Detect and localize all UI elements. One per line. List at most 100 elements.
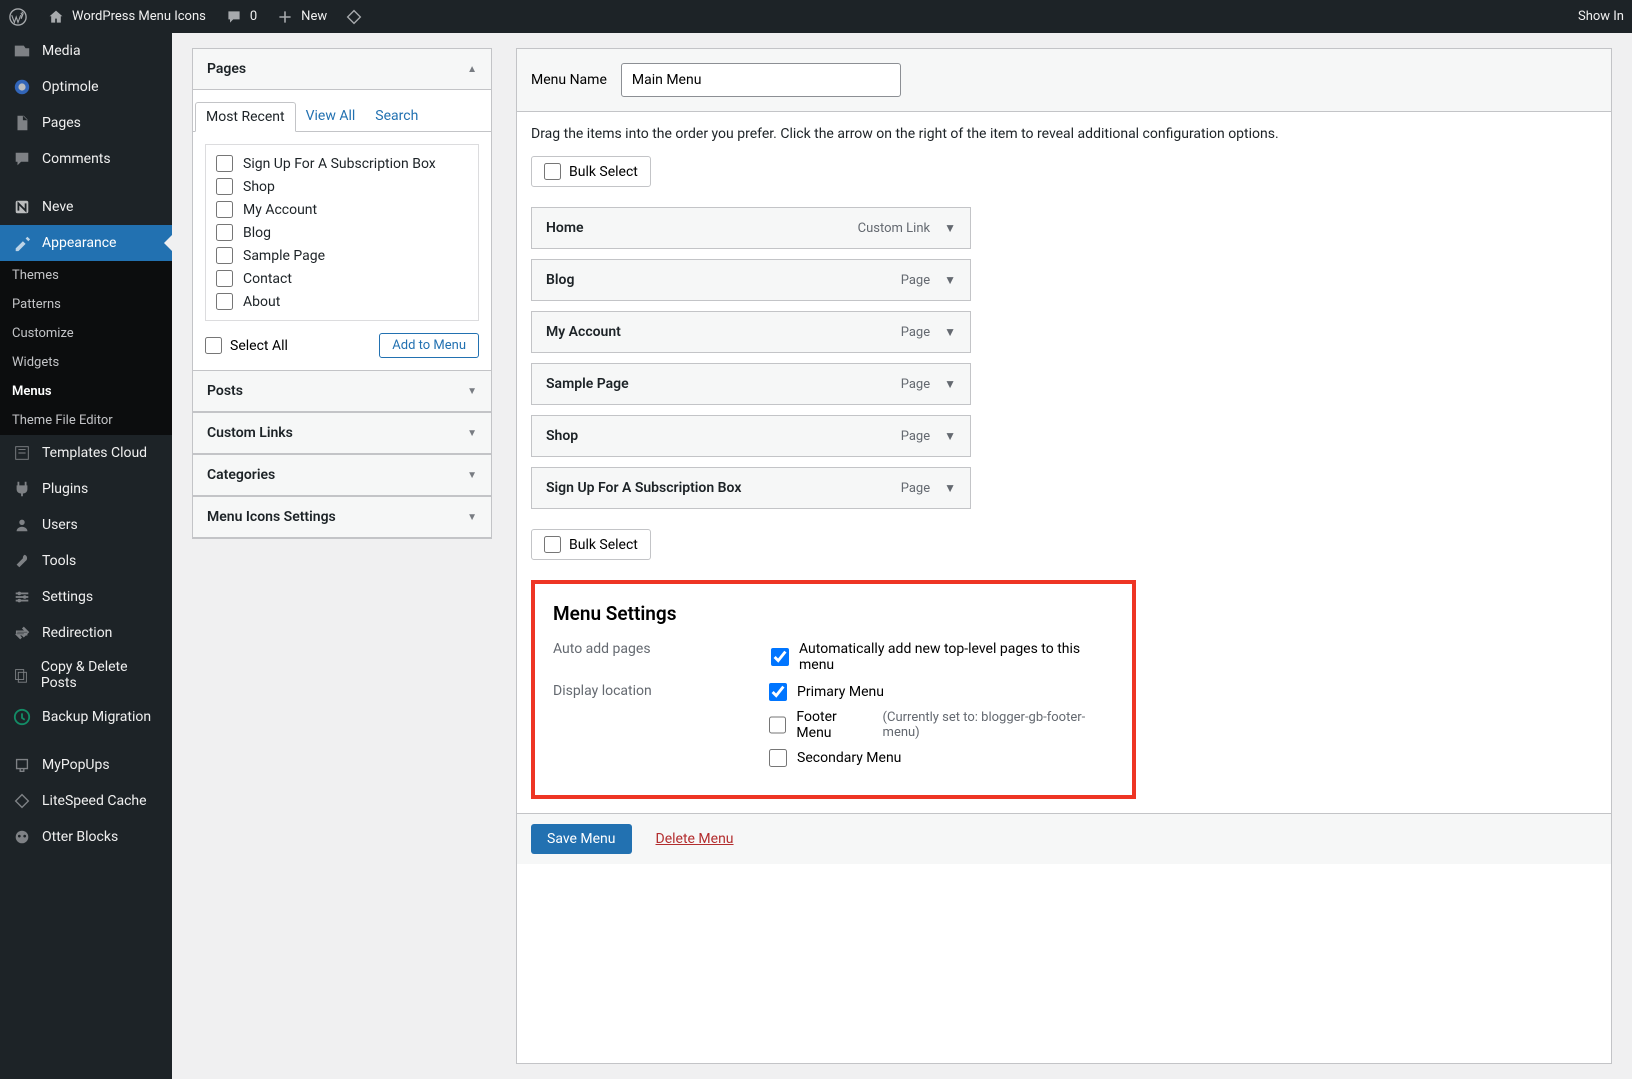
tab-view-all[interactable]: View All <box>296 102 366 131</box>
posts-metabox-header[interactable]: Posts ▼ <box>193 371 491 412</box>
menu-item-row[interactable]: My Account Page▼ <box>531 311 971 353</box>
sidebar-item-plugins[interactable]: Plugins <box>0 471 172 507</box>
custom-links-metabox-header[interactable]: Custom Links ▼ <box>193 413 491 454</box>
auto-add-checkbox[interactable]: Automatically add new top-level pages to… <box>771 641 1114 673</box>
checkbox[interactable] <box>205 337 222 354</box>
chevron-down-icon[interactable]: ▼ <box>944 221 956 235</box>
display-location-label: Display location <box>553 683 669 767</box>
site-link[interactable]: WordPress Menu Icons <box>46 7 206 27</box>
page-checkbox-item[interactable]: About <box>216 293 468 310</box>
select-all-checkbox[interactable]: Select All <box>205 337 288 354</box>
delete-menu-link[interactable]: Delete Menu <box>656 831 734 847</box>
sidebar-item-litespeed[interactable]: LiteSpeed Cache <box>0 783 172 819</box>
checkbox[interactable] <box>769 716 786 734</box>
sidebar-item-pages[interactable]: Pages <box>0 105 172 141</box>
sidebar-subitem-customize[interactable]: Customize <box>0 319 172 348</box>
checkbox[interactable] <box>216 270 233 287</box>
checkbox[interactable] <box>216 155 233 172</box>
menu-item-row[interactable]: Sign Up For A Subscription Box Page▼ <box>531 467 971 509</box>
sidebar-item-copy-delete[interactable]: Copy & Delete Posts <box>0 651 172 699</box>
instructions-text: Drag the items into the order you prefer… <box>531 126 1597 142</box>
comments-count: 0 <box>250 9 257 24</box>
location-checkbox-footer[interactable]: Footer Menu (Currently set to: blogger-g… <box>769 709 1114 741</box>
sidebar-item-users[interactable]: Users <box>0 507 172 543</box>
checkbox[interactable] <box>216 224 233 241</box>
page-checkbox-item[interactable]: Contact <box>216 270 468 287</box>
sidebar-item-optimole[interactable]: Optimole <box>0 69 172 105</box>
checkbox[interactable] <box>216 178 233 195</box>
menu-item-row[interactable]: Sample Page Page▼ <box>531 363 971 405</box>
plugins-icon <box>12 479 32 499</box>
pages-metabox: Pages ▲ Most Recent View All Search Sign… <box>192 48 492 371</box>
sidebar-item-backup[interactable]: Backup Migration <box>0 699 172 735</box>
checkbox[interactable] <box>769 683 787 701</box>
chevron-down-icon[interactable]: ▼ <box>944 481 956 495</box>
page-checkbox-item[interactable]: Blog <box>216 224 468 241</box>
menu-item-row[interactable]: Shop Page▼ <box>531 415 971 457</box>
settings-icon <box>12 587 32 607</box>
sidebar-item-redirection[interactable]: Redirection <box>0 615 172 651</box>
page-checkbox-item[interactable]: Sample Page <box>216 247 468 264</box>
chevron-down-icon[interactable]: ▼ <box>944 325 956 339</box>
checkbox[interactable] <box>216 247 233 264</box>
location-checkbox-secondary[interactable]: Secondary Menu <box>769 749 1114 767</box>
location-checkbox-primary[interactable]: Primary Menu <box>769 683 1114 701</box>
bulk-select-button-top[interactable]: Bulk Select <box>531 156 651 187</box>
menu-item-row[interactable]: Home Custom Link▼ <box>531 207 971 249</box>
sidebar-item-comments[interactable]: Comments <box>0 141 172 177</box>
sidebar-item-neve[interactable]: Neve <box>0 189 172 225</box>
sidebar-item-media[interactable]: Media <box>0 33 172 69</box>
menu-settings-heading: Menu Settings <box>553 602 1114 625</box>
sidebar-item-label: MyPopUps <box>42 757 110 773</box>
page-checkbox-item[interactable]: My Account <box>216 201 468 218</box>
sidebar-subitem-theme-editor[interactable]: Theme File Editor <box>0 406 172 435</box>
sidebar-subitem-patterns[interactable]: Patterns <box>0 290 172 319</box>
checkbox[interactable] <box>544 163 561 180</box>
chevron-down-icon[interactable]: ▼ <box>944 377 956 391</box>
redirection-icon <box>12 623 32 643</box>
chevron-down-icon[interactable]: ▼ <box>944 429 956 443</box>
pages-metabox-footer: Select All Add to Menu <box>205 333 479 358</box>
categories-metabox-header[interactable]: Categories ▼ <box>193 455 491 496</box>
caret-down-icon: ▼ <box>467 428 477 439</box>
media-icon <box>12 41 32 61</box>
tab-search[interactable]: Search <box>365 102 428 131</box>
wordpress-icon <box>8 7 28 27</box>
home-icon <box>46 7 66 27</box>
sidebar-subitem-themes[interactable]: Themes <box>0 261 172 290</box>
sidebar-item-otter[interactable]: Otter Blocks <box>0 819 172 855</box>
sidebar-item-tools[interactable]: Tools <box>0 543 172 579</box>
tab-most-recent[interactable]: Most Recent <box>195 102 296 132</box>
pages-metabox-header[interactable]: Pages ▲ <box>193 49 491 90</box>
wp-logo-icon[interactable] <box>8 7 28 27</box>
comments-link[interactable]: 0 <box>224 7 257 27</box>
menu-icons-metabox-header[interactable]: Menu Icons Settings ▼ <box>193 497 491 538</box>
menu-settings-box: Menu Settings Auto add pages Automatical… <box>531 580 1136 799</box>
checkbox[interactable] <box>769 749 787 767</box>
menu-item-row[interactable]: Blog Page▼ <box>531 259 971 301</box>
menu-name-input[interactable] <box>621 63 901 97</box>
save-menu-button[interactable]: Save Menu <box>531 824 632 854</box>
sidebar-item-label: Otter Blocks <box>42 829 118 845</box>
add-to-menu-button[interactable]: Add to Menu <box>379 333 479 358</box>
chevron-down-icon[interactable]: ▼ <box>944 273 956 287</box>
checkbox[interactable] <box>216 293 233 310</box>
show-in-link[interactable]: Show In <box>1578 9 1624 24</box>
checkbox[interactable] <box>216 201 233 218</box>
new-link[interactable]: New <box>275 7 327 27</box>
admin-sidebar: Media Optimole Pages Comments Neve Appea… <box>0 33 172 1079</box>
sidebar-subitem-widgets[interactable]: Widgets <box>0 348 172 377</box>
sidebar-item-templates[interactable]: Templates Cloud <box>0 435 172 471</box>
checkbox[interactable] <box>544 536 561 553</box>
sidebar-item-appearance[interactable]: Appearance <box>0 225 172 261</box>
page-checkbox-item[interactable]: Shop <box>216 178 468 195</box>
sidebar-item-label: Templates Cloud <box>42 445 147 461</box>
menu-items-list: Home Custom Link▼ Blog Page▼ My Account … <box>531 207 971 509</box>
checkbox[interactable] <box>771 648 789 666</box>
bulk-select-button-bottom[interactable]: Bulk Select <box>531 529 651 560</box>
sidebar-item-mypopups[interactable]: MyPopUps <box>0 747 172 783</box>
diamond-icon[interactable] <box>345 8 363 26</box>
page-checkbox-item[interactable]: Sign Up For A Subscription Box <box>216 155 468 172</box>
sidebar-subitem-menus[interactable]: Menus <box>0 377 172 406</box>
sidebar-item-settings[interactable]: Settings <box>0 579 172 615</box>
